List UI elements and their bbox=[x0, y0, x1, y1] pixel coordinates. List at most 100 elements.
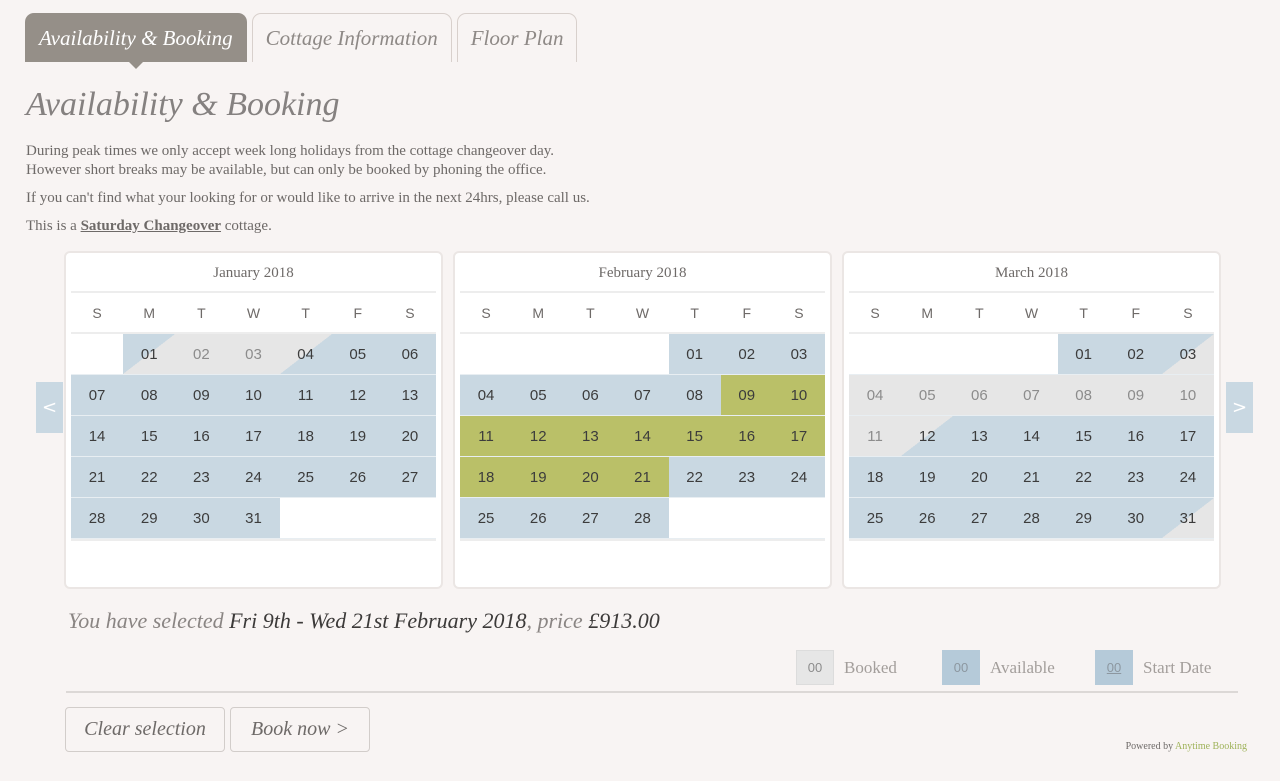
calendar-day-available[interactable]: 18 bbox=[279, 416, 332, 457]
previous-months-button[interactable]: < bbox=[36, 382, 63, 433]
calendar-day-selected[interactable]: 19 bbox=[512, 457, 565, 498]
calendar-day-available[interactable]: 23 bbox=[720, 457, 773, 498]
calendar-day-selected[interactable]: 17 bbox=[772, 416, 825, 457]
clear-selection-button[interactable]: Clear selection bbox=[65, 707, 225, 752]
calendar-day-selected[interactable]: 11 bbox=[460, 416, 513, 457]
calendar-day-avail-then-booked[interactable]: 03 bbox=[1161, 334, 1214, 375]
tab-floor-plan[interactable]: Floor Plan bbox=[456, 13, 578, 62]
calendar-day-available[interactable]: 25 bbox=[279, 457, 332, 498]
calendar-day-booked: 05 bbox=[901, 375, 954, 416]
calendar-day-available[interactable]: 15 bbox=[1057, 416, 1110, 457]
calendar-day-available[interactable]: 02 bbox=[720, 334, 773, 375]
calendar-day-selected[interactable]: 20 bbox=[564, 457, 617, 498]
calendar-day-booked: 03 bbox=[227, 334, 280, 375]
calendar-day-available[interactable]: 05 bbox=[331, 334, 384, 375]
calendar-day-available[interactable]: 25 bbox=[460, 498, 513, 539]
calendar-day-selected[interactable]: 21 bbox=[616, 457, 669, 498]
tab-cottage-information[interactable]: Cottage Information bbox=[251, 13, 452, 62]
calendar-day-available[interactable]: 07 bbox=[616, 375, 669, 416]
anytime-booking-link[interactable]: Anytime Booking bbox=[1175, 741, 1247, 752]
calendar-day-available[interactable]: 04 bbox=[460, 375, 513, 416]
calendar-day-available[interactable]: 16 bbox=[175, 416, 228, 457]
calendar-day-available[interactable]: 18 bbox=[849, 457, 902, 498]
calendar-day-available[interactable]: 23 bbox=[175, 457, 228, 498]
calendar-day-available[interactable]: 20 bbox=[953, 457, 1006, 498]
calendar-day-available[interactable]: 01 bbox=[668, 334, 721, 375]
call-us-note: If you can't find what your looking for … bbox=[26, 190, 590, 206]
calendar-day-available[interactable]: 13 bbox=[953, 416, 1006, 457]
powered-by: Powered by Anytime Booking bbox=[1126, 741, 1247, 752]
calendar-day-available[interactable]: 24 bbox=[1161, 457, 1214, 498]
powered-by-prefix: Powered by bbox=[1125, 741, 1176, 752]
next-months-button[interactable]: > bbox=[1226, 382, 1253, 433]
calendar-day-available[interactable]: 08 bbox=[668, 375, 721, 416]
legend-available: 00 Available bbox=[942, 650, 1055, 685]
calendar-day-selected[interactable]: 18 bbox=[460, 457, 513, 498]
calendar-day-booked: 02 bbox=[175, 334, 228, 375]
calendar-day-available[interactable]: 19 bbox=[331, 416, 384, 457]
calendar-day-available[interactable]: 28 bbox=[1005, 498, 1058, 539]
calendar-day-available[interactable]: 06 bbox=[564, 375, 617, 416]
calendar-day-selected[interactable]: 14 bbox=[616, 416, 669, 457]
calendar-day-booked-avail-dark-split[interactable]: 01 bbox=[123, 334, 176, 375]
calendar-day-available[interactable]: 27 bbox=[564, 498, 617, 539]
calendar-day-booked: 06 bbox=[953, 375, 1006, 416]
calendar-day-available[interactable]: 07 bbox=[71, 375, 124, 416]
weekday-label: T bbox=[586, 304, 595, 321]
calendar-day-avail-after-booked[interactable]: 12 bbox=[901, 416, 954, 457]
calendar-day-available[interactable]: 29 bbox=[123, 498, 176, 539]
saturday-changeover-link[interactable]: Saturday Changeover bbox=[81, 218, 221, 234]
weekday-label: T bbox=[690, 304, 699, 321]
calendar-day-available[interactable]: 21 bbox=[71, 457, 124, 498]
calendar-day-available[interactable]: 16 bbox=[1109, 416, 1162, 457]
calendar-day-selected[interactable]: 13 bbox=[564, 416, 617, 457]
calendar-day-available[interactable]: 20 bbox=[383, 416, 436, 457]
calendar-day-available[interactable]: 08 bbox=[123, 375, 176, 416]
calendar-day-available[interactable]: 10 bbox=[227, 375, 280, 416]
calendar-day-available[interactable]: 14 bbox=[71, 416, 124, 457]
calendar-day-available[interactable]: 22 bbox=[123, 457, 176, 498]
calendar-day-available[interactable]: 05 bbox=[512, 375, 565, 416]
calendar-day-available[interactable]: 24 bbox=[227, 457, 280, 498]
calendar-day-available[interactable]: 30 bbox=[175, 498, 228, 539]
calendar-day-available[interactable]: 28 bbox=[616, 498, 669, 539]
calendar-day-selected[interactable]: 12 bbox=[512, 416, 565, 457]
calendar-day-available[interactable]: 06 bbox=[383, 334, 436, 375]
calendar-day-available[interactable]: 24 bbox=[772, 457, 825, 498]
calendar-day-available[interactable]: 15 bbox=[123, 416, 176, 457]
calendar-day-available[interactable]: 14 bbox=[1005, 416, 1058, 457]
calendar-day-available[interactable]: 23 bbox=[1109, 457, 1162, 498]
calendar-day-available[interactable]: 26 bbox=[901, 498, 954, 539]
calendar-day-available[interactable]: 27 bbox=[383, 457, 436, 498]
calendar-day-avail-then-booked[interactable]: 31 bbox=[1161, 498, 1214, 539]
calendar-day-available[interactable]: 01 bbox=[1057, 334, 1110, 375]
calendar-day-available[interactable]: 22 bbox=[1057, 457, 1110, 498]
calendar-day-available[interactable]: 21 bbox=[1005, 457, 1058, 498]
calendar-day-available[interactable]: 27 bbox=[953, 498, 1006, 539]
empty-day-cell bbox=[512, 334, 565, 375]
calendar-day-available[interactable]: 12 bbox=[331, 375, 384, 416]
calendar-day-available[interactable]: 17 bbox=[227, 416, 280, 457]
calendar-day-available[interactable]: 09 bbox=[175, 375, 228, 416]
tab-availability-booking[interactable]: Availability & Booking bbox=[25, 13, 247, 69]
calendar-day-available[interactable]: 19 bbox=[901, 457, 954, 498]
calendar-day-available[interactable]: 17 bbox=[1161, 416, 1214, 457]
calendar-day-available[interactable]: 13 bbox=[383, 375, 436, 416]
calendar-day-selected[interactable]: 10 bbox=[772, 375, 825, 416]
calendar-day-available[interactable]: 31 bbox=[227, 498, 280, 539]
calendar-day-available[interactable]: 28 bbox=[71, 498, 124, 539]
calendar-day-available[interactable]: 26 bbox=[331, 457, 384, 498]
book-now-button[interactable]: Book now > bbox=[230, 707, 370, 752]
calendar-day-available[interactable]: 02 bbox=[1109, 334, 1162, 375]
calendar-day-available[interactable]: 25 bbox=[849, 498, 902, 539]
calendar-day-available[interactable]: 03 bbox=[772, 334, 825, 375]
calendar-day-selected[interactable]: 09 bbox=[720, 375, 773, 416]
calendar-day-available[interactable]: 22 bbox=[668, 457, 721, 498]
calendar-day-selected[interactable]: 16 bbox=[720, 416, 773, 457]
calendar-day-selected[interactable]: 15 bbox=[668, 416, 721, 457]
calendar-day-available[interactable]: 11 bbox=[279, 375, 332, 416]
calendar-day-available[interactable]: 29 bbox=[1057, 498, 1110, 539]
calendar-day-available[interactable]: 30 bbox=[1109, 498, 1162, 539]
calendar-day-available[interactable]: 26 bbox=[512, 498, 565, 539]
calendar-day-avail-after-booked[interactable]: 04 bbox=[279, 334, 332, 375]
